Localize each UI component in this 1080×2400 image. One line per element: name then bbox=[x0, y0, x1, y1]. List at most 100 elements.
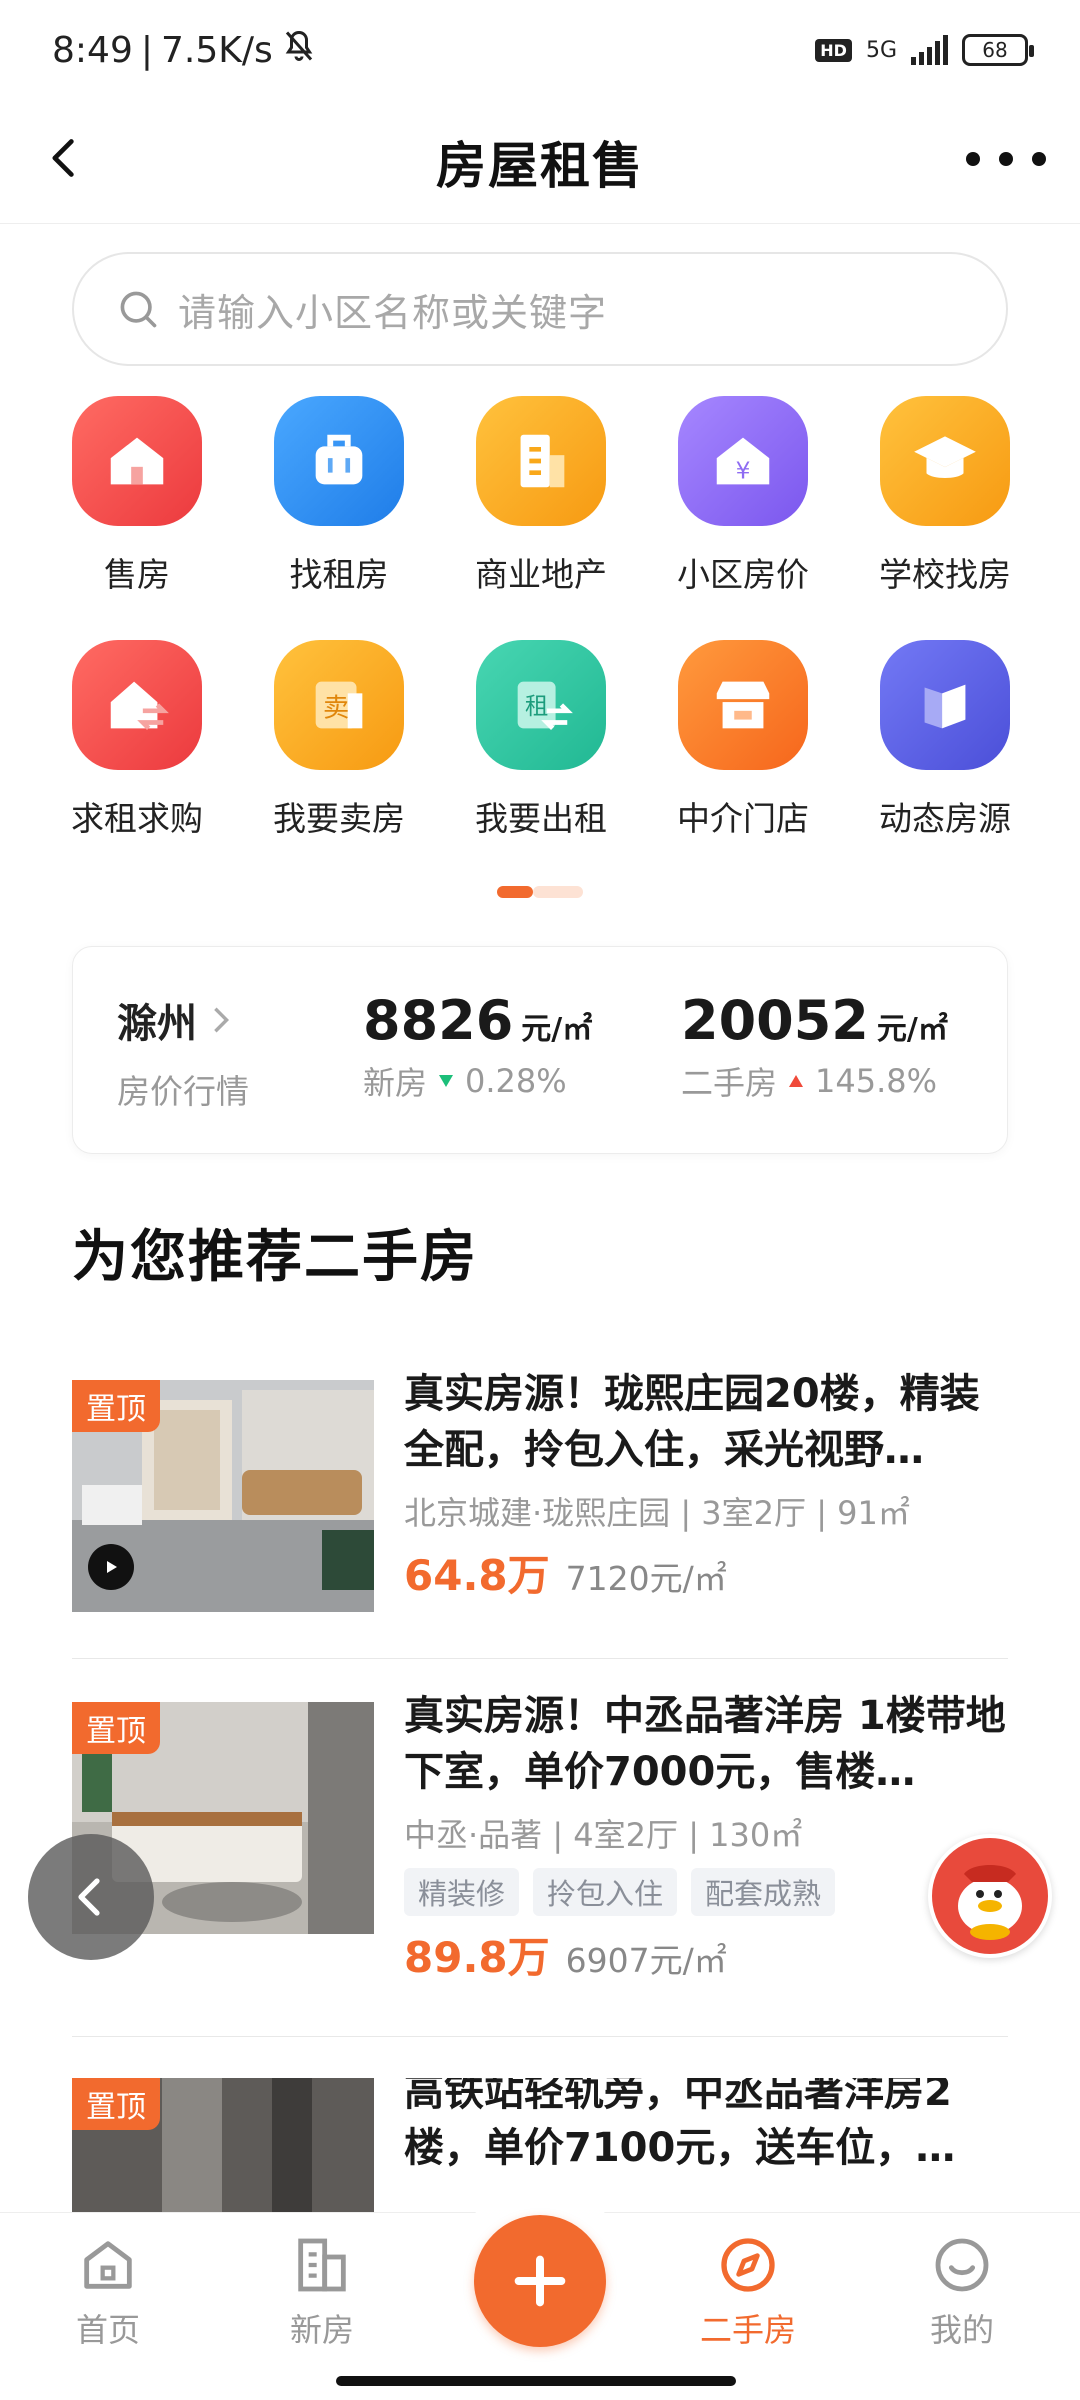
duck-mascot-icon bbox=[958, 1865, 1022, 1940]
nav-bar: 房屋租售 bbox=[0, 100, 1080, 224]
listing-meta: 北京城建·珑熙庄园 | 3室2厅 | 91㎡ bbox=[404, 1494, 910, 1532]
yen-house-icon: ¥ bbox=[678, 396, 808, 526]
status-speed: 7.5K/s bbox=[160, 29, 273, 71]
tab-new-house[interactable]: 新房 bbox=[242, 2233, 402, 2351]
feature-agency-store[interactable]: 中介门店 bbox=[642, 640, 844, 884]
house-icon bbox=[72, 396, 202, 526]
pinned-badge: 置顶 bbox=[72, 2078, 160, 2130]
chevron-right-icon bbox=[214, 1007, 230, 1033]
building-icon bbox=[476, 396, 606, 526]
used-house-price: 20052 元/㎡ 二手房 145.8% bbox=[681, 989, 948, 1102]
trend-down-icon bbox=[439, 1075, 454, 1087]
section-title: 为您推荐二手房 bbox=[72, 1225, 478, 1290]
listing-meta: 中丞·品著 | 4室2厅 | 130㎡ bbox=[404, 1816, 803, 1854]
feature-chip: 拎包入住 bbox=[533, 1868, 678, 1916]
hd-badge: HD bbox=[815, 38, 852, 62]
feature-chip: 精装修 bbox=[404, 1868, 520, 1916]
listing-title: 高铁站轻轨旁，中丞品著洋房2楼，单价7100元，送车位，… bbox=[404, 2078, 956, 2171]
tab-mine[interactable]: 我的 bbox=[882, 2233, 1042, 2351]
search-input[interactable]: 请输入小区名称或关键字 bbox=[72, 252, 1008, 366]
sell-icon: 卖 bbox=[274, 640, 404, 770]
feature-seek-rent-buy[interactable]: 求租求购 bbox=[36, 640, 238, 884]
suitcase-icon bbox=[274, 396, 404, 526]
feature-chip: 配套成熟 bbox=[691, 1868, 836, 1916]
feature-dynamic-listings[interactable]: 动态房源 bbox=[844, 640, 1046, 884]
feature-sell-my-house[interactable]: 卖 我要卖房 bbox=[238, 640, 440, 884]
listing-prices: 64.8万 7120元/㎡ bbox=[404, 1542, 1008, 1603]
listing-item[interactable]: 置顶 真实房源！中丞品著洋房 1楼带地下室，单价7000元，售楼… 中丞·品著 … bbox=[72, 1693, 1008, 1982]
mascot-float-button[interactable] bbox=[928, 1834, 1052, 1958]
new-house-price: 8826 元/㎡ 新房 0.28% bbox=[363, 989, 593, 1102]
listing-photo[interactable]: 置顶 bbox=[72, 2078, 374, 2212]
sell-glyph: 卖 bbox=[323, 694, 349, 724]
pinned-badge: 置顶 bbox=[72, 1380, 160, 1432]
chevron-left-icon bbox=[52, 139, 74, 177]
smiley-icon bbox=[935, 2238, 989, 2292]
building-outline-icon bbox=[298, 2238, 346, 2292]
status-right: HD 5G 68 bbox=[815, 34, 1034, 66]
status-left: 8:49 | 7.5K/s bbox=[52, 28, 317, 73]
listing-photo[interactable]: 置顶 bbox=[72, 1380, 374, 1612]
store-icon bbox=[678, 640, 808, 770]
feature-sell-house[interactable]: 售房 bbox=[36, 396, 238, 640]
listing-unit-price: 6907元/㎡ bbox=[565, 1941, 727, 1980]
divider bbox=[72, 2036, 1008, 2037]
more-dots-icon bbox=[966, 152, 980, 166]
home-icon bbox=[84, 2241, 132, 2289]
listing-unit-price: 7120元/㎡ bbox=[565, 1559, 727, 1598]
grid-pager bbox=[497, 886, 583, 898]
publish-button[interactable] bbox=[474, 2215, 606, 2347]
trend-up-icon bbox=[789, 1075, 804, 1087]
listing-info: 真实房源！珑熙庄园20楼，精装全配，拎包入住，采光视野… 北京城建·珑熙庄园 |… bbox=[404, 1366, 1008, 1603]
feature-rent-out[interactable]: 租 我要出租 bbox=[440, 640, 642, 884]
rent-glyph: 租 bbox=[525, 692, 548, 720]
house-exchange-icon bbox=[72, 640, 202, 770]
pinned-badge: 置顶 bbox=[72, 1702, 160, 1754]
feature-find-rental[interactable]: 找租房 bbox=[238, 396, 440, 640]
pager-dot bbox=[533, 886, 583, 898]
listing-prices: 89.8万 6907元/㎡ bbox=[404, 1924, 1008, 1985]
feature-school-house[interactable]: 学校找房 bbox=[844, 396, 1046, 640]
listing-price: 89.8万 bbox=[404, 1933, 550, 1982]
graduation-cap-icon bbox=[880, 396, 1010, 526]
status-bar: 8:49 | 7.5K/s HD 5G 68 bbox=[0, 0, 1080, 100]
more-button[interactable] bbox=[966, 134, 1046, 184]
search-placeholder: 请输入小区名称或关键字 bbox=[178, 290, 608, 335]
city-selector[interactable]: 滁州 bbox=[117, 991, 233, 1049]
status-time: 8:49 bbox=[52, 29, 133, 71]
search-icon bbox=[120, 291, 157, 328]
publish-button-wrap bbox=[446, 2187, 634, 2375]
price-trend-card[interactable]: 滁州 房价行情 8826 元/㎡ 新房 0.28% 20052 元/㎡ 二手房 14… bbox=[72, 946, 1008, 1154]
signal-icon bbox=[911, 35, 948, 65]
rent-icon: 租 bbox=[476, 640, 606, 770]
divider bbox=[72, 1658, 1008, 1659]
listing-price: 64.8万 bbox=[404, 1551, 550, 1600]
price-trend-label: 房价行情 bbox=[117, 1072, 249, 1111]
yen-glyph: ¥ bbox=[736, 457, 751, 485]
network-label: 5G bbox=[865, 37, 897, 63]
feature-grid: 售房 找租房 商业地产 ¥ 小区房价 学校找房 求租求购 卖 我要卖房 租 我要… bbox=[36, 396, 1046, 884]
feature-community-price[interactable]: ¥ 小区房价 bbox=[642, 396, 844, 640]
bottom-tab-bar: 首页 新房 二手房 我的 bbox=[0, 2187, 1080, 2400]
battery-icon: 68 bbox=[962, 34, 1034, 66]
tab-used-house[interactable]: 二手房 bbox=[668, 2233, 828, 2351]
flag-icon bbox=[880, 640, 1010, 770]
floating-back-button[interactable] bbox=[28, 1834, 154, 1960]
back-button[interactable] bbox=[34, 128, 94, 188]
home-indicator[interactable] bbox=[336, 2376, 736, 2386]
mute-bell-icon bbox=[281, 28, 317, 73]
feature-row-2: 求租求购 卖 我要卖房 租 我要出租 中介门店 动态房源 bbox=[36, 640, 1046, 884]
feature-row-1: 售房 找租房 商业地产 ¥ 小区房价 学校找房 bbox=[36, 396, 1046, 640]
tab-home[interactable]: 首页 bbox=[28, 2233, 188, 2351]
listing-tags: 精装修 拎包入住 配套成熟 bbox=[404, 1868, 1008, 1916]
battery-level: 68 bbox=[982, 38, 1008, 62]
listing-title: 真实房源！中丞品著洋房 1楼带地下室，单价7000元，售楼… bbox=[404, 1693, 1006, 1795]
plus-icon bbox=[514, 2255, 566, 2307]
feature-commercial[interactable]: 商业地产 bbox=[440, 396, 642, 640]
page-title: 房屋租售 bbox=[436, 136, 644, 195]
listing-info: 高铁站轻轨旁，中丞品著洋房2楼，单价7100元，送车位，… bbox=[404, 2078, 1008, 2176]
play-icon[interactable] bbox=[88, 1544, 134, 1590]
chevron-left-icon bbox=[78, 1878, 100, 1916]
listing-item[interactable]: 置顶 真实房源！珑熙庄园20楼，精装全配，拎包入住，采光视野… 北京城建·珑熙庄… bbox=[72, 1371, 1008, 1612]
compass-icon bbox=[721, 2238, 775, 2292]
